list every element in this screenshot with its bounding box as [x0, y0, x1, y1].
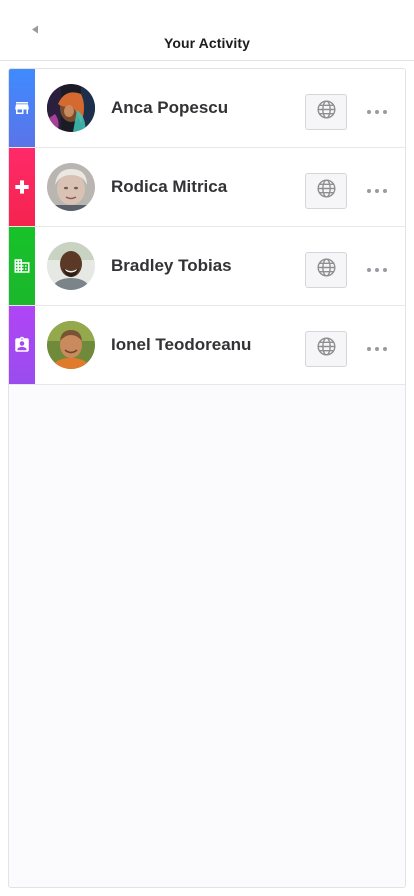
- category-strip: [9, 148, 35, 226]
- globe-icon: [316, 99, 337, 125]
- back-arrow-icon[interactable]: [28, 22, 42, 36]
- category-strip: [9, 69, 35, 147]
- more-options-button[interactable]: [363, 181, 391, 199]
- globe-button[interactable]: [305, 94, 347, 130]
- globe-button[interactable]: [305, 252, 347, 288]
- more-horizontal-icon: [366, 260, 388, 278]
- contact-name: Bradley Tobias: [111, 256, 232, 275]
- more-options-button[interactable]: [363, 339, 391, 357]
- activity-list: Anca Popescu Rodica Mitrica Bradley Tobi…: [8, 68, 406, 888]
- list-item[interactable]: Ionel Teodoreanu: [9, 306, 405, 385]
- globe-button[interactable]: [305, 173, 347, 209]
- category-strip: [9, 227, 35, 305]
- top-bar: Your Activity: [0, 0, 414, 61]
- more-options-button[interactable]: [363, 102, 391, 120]
- contact-name: Anca Popescu: [111, 98, 229, 117]
- contact-name: Rodica Mitrica: [111, 177, 228, 196]
- list-item[interactable]: Rodica Mitrica: [9, 148, 405, 227]
- more-horizontal-icon: [366, 339, 388, 357]
- globe-icon: [316, 178, 337, 204]
- avatar: [47, 321, 95, 369]
- avatar: [47, 84, 95, 132]
- store-icon: [13, 99, 31, 117]
- list-item[interactable]: Bradley Tobias: [9, 227, 405, 306]
- contact-badge-icon: [13, 336, 31, 354]
- more-options-button[interactable]: [363, 260, 391, 278]
- globe-icon: [316, 336, 337, 362]
- page-title: Your Activity: [163, 35, 251, 51]
- globe-button[interactable]: [305, 331, 347, 367]
- globe-icon: [316, 257, 337, 283]
- more-horizontal-icon: [366, 181, 388, 199]
- category-strip: [9, 306, 35, 384]
- avatar: [47, 163, 95, 211]
- list-item[interactable]: Anca Popescu: [9, 69, 405, 148]
- medical-cross-icon: [14, 179, 30, 195]
- contact-name: Ionel Teodoreanu: [111, 335, 252, 354]
- avatar: [47, 242, 95, 290]
- more-horizontal-icon: [366, 102, 388, 120]
- office-building-icon: [13, 257, 31, 275]
